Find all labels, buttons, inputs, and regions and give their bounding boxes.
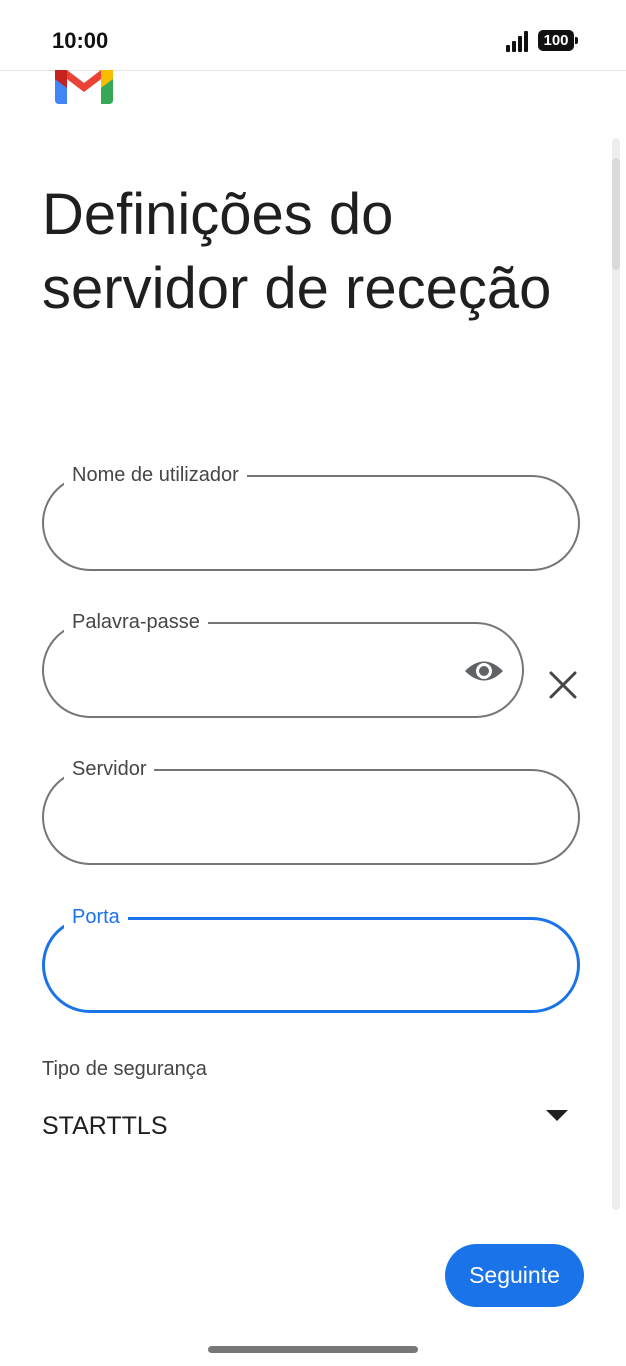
scrollbar[interactable] xyxy=(612,138,620,1210)
status-bar: 10:00 100 xyxy=(0,0,626,71)
username-input[interactable] xyxy=(72,501,456,547)
signal-icon xyxy=(506,30,530,52)
status-time: 10:00 xyxy=(52,28,109,53)
next-button[interactable]: Seguinte xyxy=(445,1244,584,1307)
username-field[interactable]: Nome de utilizador xyxy=(42,462,580,571)
home-indicator[interactable] xyxy=(208,1346,418,1353)
security-type-label: Tipo de segurança xyxy=(42,1058,207,1080)
triangle-down-icon xyxy=(546,1110,568,1121)
password-field[interactable]: Palavra-passe xyxy=(42,609,524,718)
battery-icon: 100 xyxy=(538,30,578,51)
scrollbar-thumb[interactable] xyxy=(612,158,620,270)
port-field[interactable]: Porta xyxy=(42,904,580,1013)
eye-icon[interactable] xyxy=(464,654,504,688)
server-field[interactable]: Servidor xyxy=(42,756,580,865)
gmail-logo-icon xyxy=(55,70,113,104)
security-type-value: STARTTLS xyxy=(42,1112,168,1140)
password-label: Palavra-passe xyxy=(64,609,208,635)
security-type-dropdown[interactable]: STARTTLS xyxy=(42,1100,580,1154)
server-label: Servidor xyxy=(64,756,155,782)
battery-level: 100 xyxy=(543,32,569,49)
port-input[interactable] xyxy=(73,944,457,990)
password-input[interactable] xyxy=(72,648,456,694)
page-title: Definições do servidor de receção xyxy=(42,182,552,321)
close-icon[interactable] xyxy=(546,668,580,702)
server-input[interactable] xyxy=(72,795,456,841)
port-label: Porta xyxy=(64,904,128,930)
username-label: Nome de utilizador xyxy=(64,462,247,488)
